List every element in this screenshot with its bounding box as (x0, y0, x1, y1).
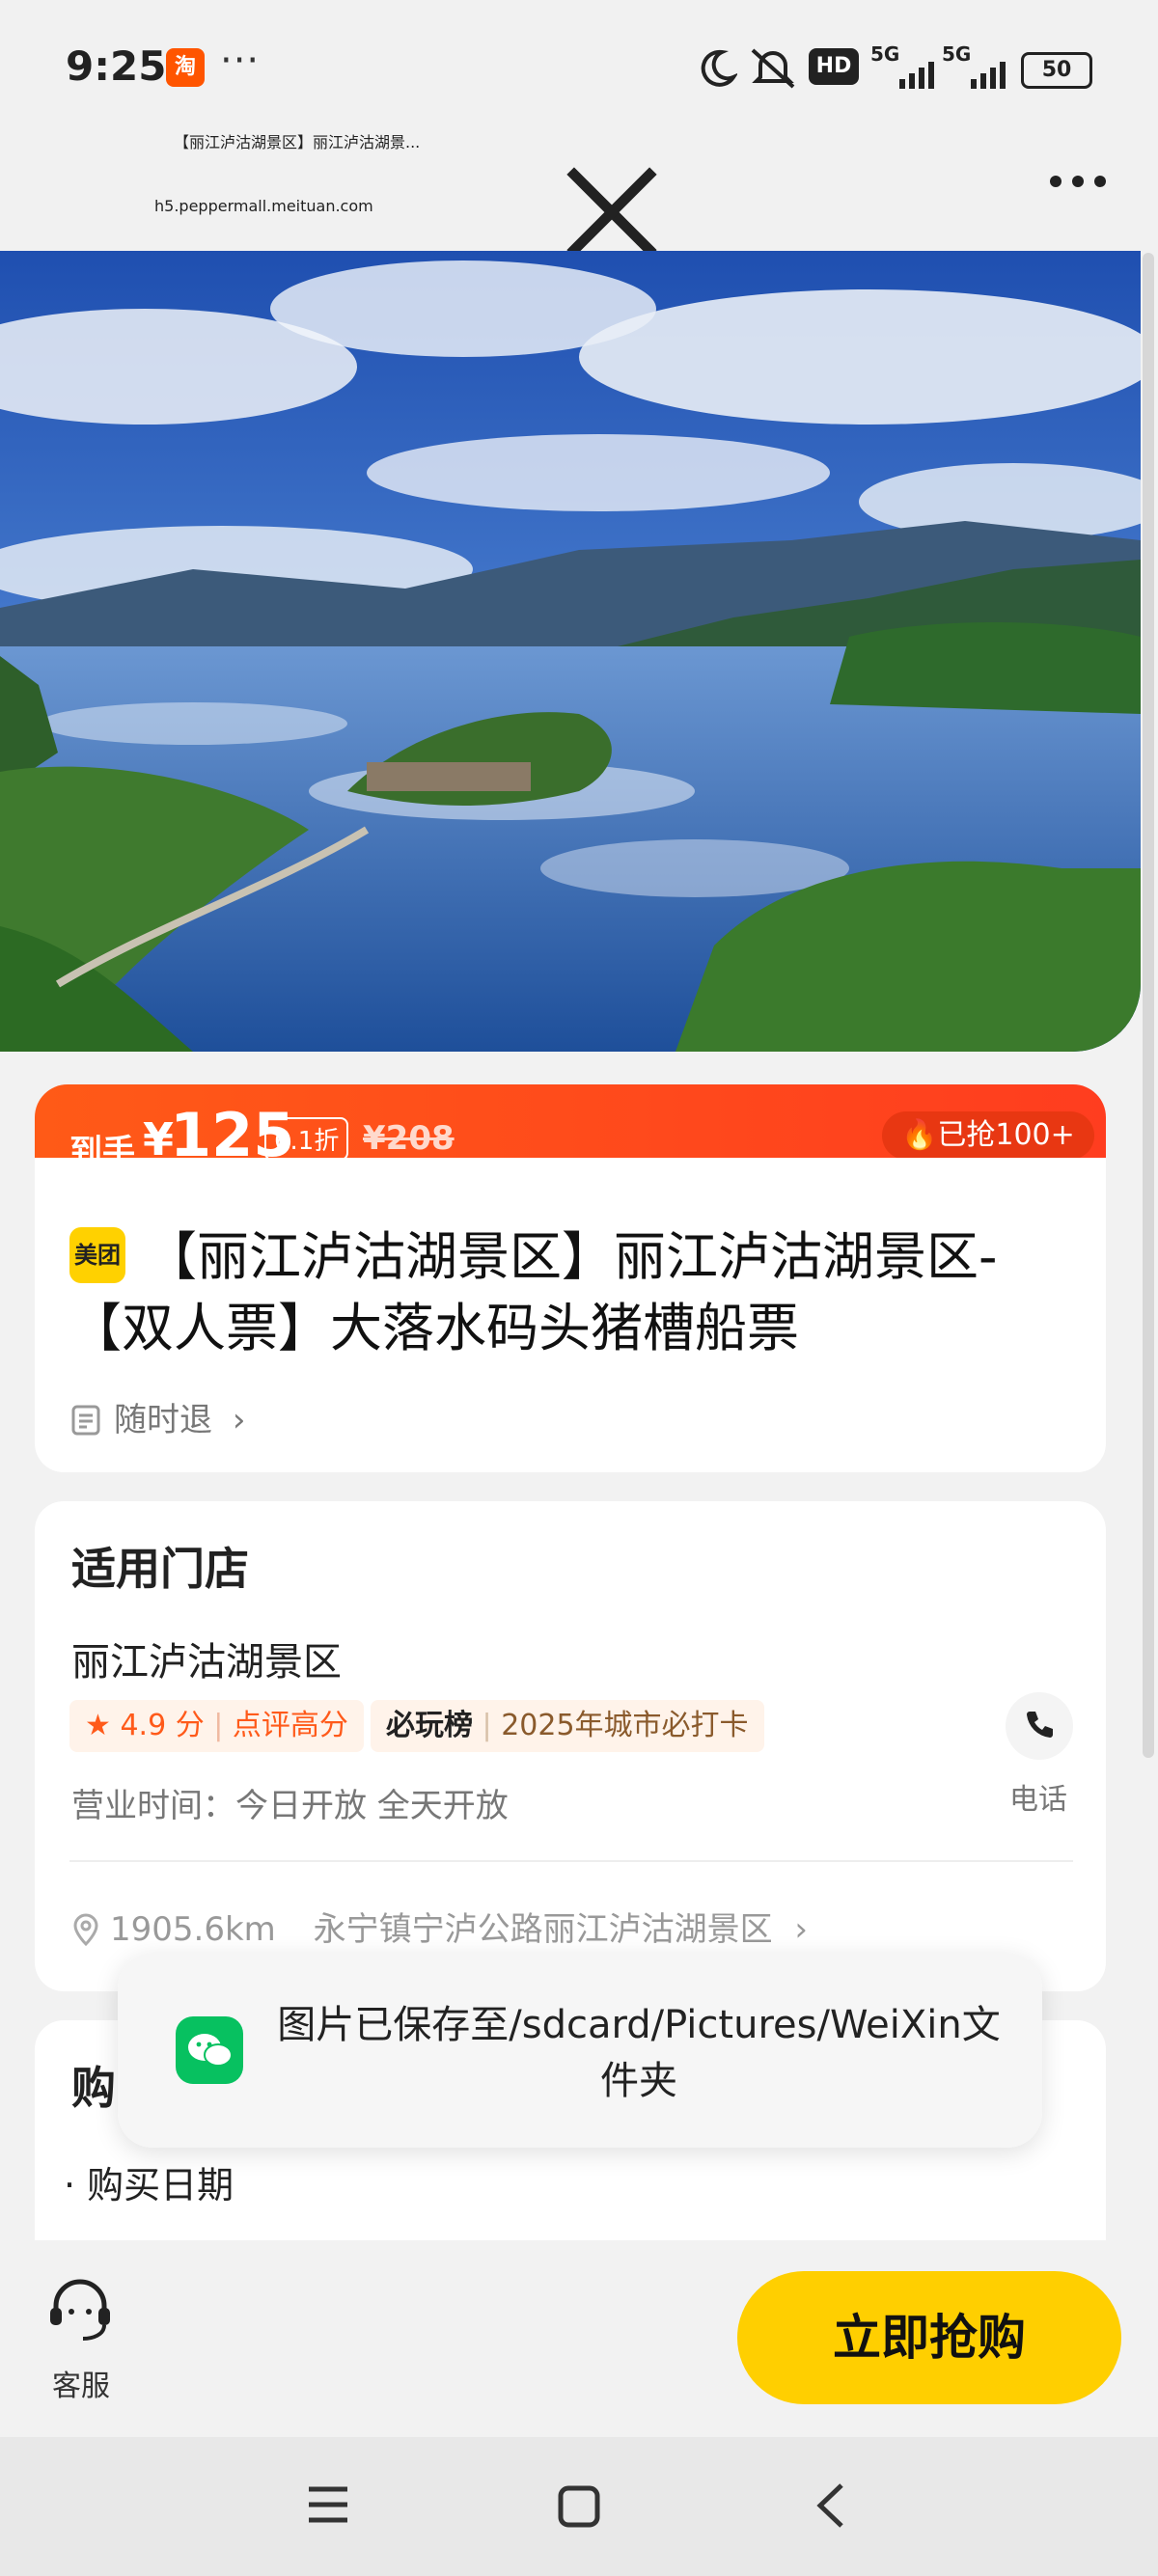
taobao-notification-icon: 淘 (166, 48, 205, 87)
more-notifications-icon: ··· (220, 39, 261, 83)
save-toast: 图片已保存至/sdcard/Pictures/WeiXin文件夹 (118, 1953, 1042, 2148)
rank-tag[interactable]: 必玩榜 | 2025年城市必打卡 (371, 1700, 764, 1752)
signal-1-icon (899, 62, 934, 89)
rank-label: 必玩榜 (386, 1709, 473, 1742)
store-name[interactable]: 丽江泸沽湖景区 (71, 1631, 342, 1686)
rating-tag: ★ 4.9 分 | 点评高分 (69, 1700, 364, 1752)
discount-badge: 6.1折 (264, 1117, 349, 1161)
hours-value: 今日开放 全天开放 (235, 1787, 509, 1825)
toast-message: 图片已保存至/sdcard/Pictures/WeiXin文件夹 (277, 2003, 1001, 2103)
battery-icon: 50 (1021, 52, 1092, 89)
back-icon[interactable] (813, 2481, 847, 2530)
home-icon[interactable] (558, 2485, 600, 2528)
moon-icon (701, 49, 737, 87)
page-scrollbar[interactable] (1143, 253, 1154, 1758)
store-card: 适用门店 丽江泸沽湖景区 ★ 4.9 分 | 点评高分 必玩榜 | 2025年城… (35, 1501, 1106, 1991)
star-icon: ★ (85, 1709, 111, 1742)
chevron-right-icon: › (794, 1910, 809, 1949)
sold-count: 已抢100+ (937, 1118, 1075, 1152)
fire-icon: 🔥 (901, 1118, 938, 1152)
chevron-right-icon: › (232, 1401, 246, 1439)
rating-score: 4.9 分 (120, 1709, 205, 1742)
customer-service-label[interactable]: 客服 (52, 2362, 110, 2404)
status-bar: 9:25 淘 ··· HD 5G 5G 50 (0, 0, 1158, 135)
document-icon (71, 1405, 100, 1436)
page-url: h5.peppermall.meituan.com (154, 197, 373, 215)
location-pin-icon (73, 1913, 98, 1947)
store-address: 永宁镇宁泸公路丽江泸沽湖景区 (313, 1910, 773, 1949)
purchase-date-label: 购买日期 (87, 2164, 234, 2206)
customer-service-icon[interactable] (42, 2273, 118, 2348)
product-title: 【丽江泸沽湖景区】丽江泸沽湖景区-【双人票】大落水码头猪槽船票 (69, 1226, 998, 1358)
refund-label: 随时退 (114, 1401, 212, 1439)
rating-text: 点评高分 (232, 1709, 348, 1742)
more-options-icon[interactable] (1048, 172, 1108, 191)
menu-icon[interactable] (307, 2485, 349, 2524)
store-distance: 1905.6km (110, 1910, 276, 1949)
store-hours: 营业时间：今日开放 全天开放 (71, 1779, 509, 1826)
phone-icon (1027, 1712, 1053, 1738)
purchase-date-item: · 购买日期 (64, 2164, 234, 2206)
phone-label: 电话 (1009, 1783, 1067, 1817)
refund-policy-link[interactable]: 随时退 › (69, 1393, 245, 1440)
rank-text: 2025年城市必打卡 (501, 1709, 749, 1742)
status-time: 9:25 (66, 42, 167, 90)
wechat-icon (176, 2016, 243, 2084)
sold-count-badge: 🔥已抢100+ (882, 1111, 1094, 1160)
original-price: ¥208 (363, 1119, 455, 1158)
signal-2-icon (971, 62, 1006, 89)
mute-icon (751, 48, 795, 89)
purchase-info-heading: 购 (71, 2062, 116, 2114)
lake-landscape-image (0, 251, 1141, 1052)
store-address-link[interactable]: 1905.6km 永宁镇宁泸公路丽江泸沽湖景区 › (71, 1903, 808, 1950)
divider (69, 1860, 1073, 1862)
hero-image[interactable] (0, 251, 1141, 1052)
hours-label: 营业时间： (71, 1787, 235, 1825)
page-title: 【丽江泸沽湖景区】丽江泸沽湖景... (174, 133, 421, 151)
buy-now-button[interactable]: 立即抢购 (737, 2271, 1121, 2404)
hd-icon: HD (809, 48, 859, 85)
phone-button[interactable] (1006, 1692, 1073, 1760)
store-heading: 适用门店 (71, 1543, 249, 1595)
